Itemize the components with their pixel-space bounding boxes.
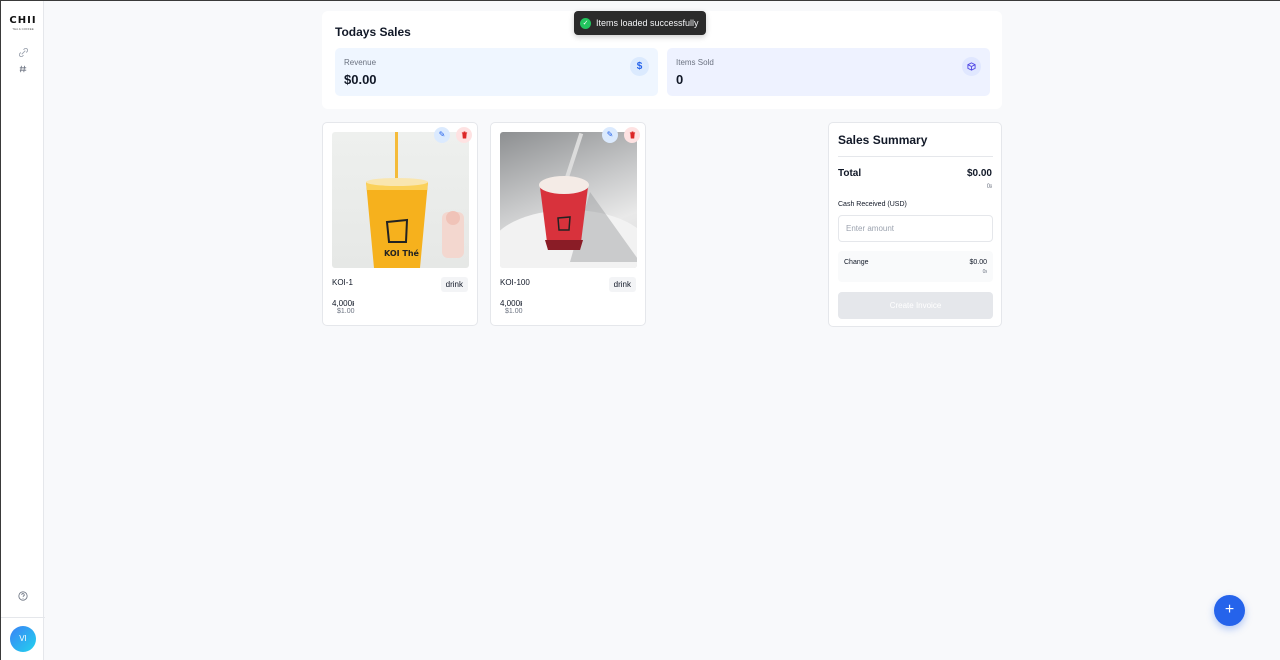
cash-received-label: Cash Received (USD): [838, 201, 907, 208]
sales-summary-title: Sales Summary: [838, 133, 928, 147]
items-sold-value: 0: [676, 72, 684, 87]
brand-logo[interactable]: CHII TEA & COFFEE: [7, 15, 39, 31]
product-image: [500, 132, 637, 268]
product-card[interactable]: ✎ KOI-100 drink 4,000៛ $1.00: [490, 122, 646, 326]
box-icon: [962, 57, 981, 76]
edit-icon[interactable]: ✎: [602, 127, 618, 143]
product-price-usd: $1.00: [337, 308, 355, 315]
change-value: $0.00: [969, 259, 987, 266]
create-invoice-button[interactable]: Create Invoice: [838, 292, 993, 319]
sidebar-divider: [1, 617, 45, 618]
todays-sales-title: Todays Sales: [335, 25, 411, 39]
edit-icon[interactable]: ✎: [434, 127, 450, 143]
revenue-value: $0.00: [344, 72, 377, 87]
product-category-badge: drink: [608, 277, 636, 292]
summary-divider: [838, 156, 993, 157]
trash-icon[interactable]: [456, 127, 472, 143]
help-circle-icon[interactable]: [15, 591, 31, 605]
hash-icon[interactable]: [15, 63, 31, 77]
link-icon[interactable]: [15, 47, 31, 61]
total-value: $0.00: [966, 168, 992, 179]
svg-text:KOI Thé: KOI Thé: [384, 248, 420, 258]
revenue-label: Revenue: [344, 58, 377, 67]
add-item-button[interactable]: +: [1214, 595, 1245, 626]
logo-tagline: TEA & COFFEE: [12, 27, 34, 31]
items-sold-label: Items Sold: [676, 58, 714, 67]
product-category-badge: drink: [440, 277, 468, 292]
sales-summary-panel: Sales Summary Total $0.00 0៛ Cash Receiv…: [828, 122, 1002, 327]
change-box: Change $0.00 0៛: [838, 251, 993, 282]
cash-received-input[interactable]: [838, 215, 993, 242]
product-card[interactable]: KOI Thé ✎ KOI-1 drink 4,000៛ $1.00: [322, 122, 478, 326]
product-name: KOI-1: [332, 278, 353, 287]
trash-icon[interactable]: [624, 127, 640, 143]
dollar-icon: $: [630, 57, 649, 76]
revenue-card: Revenue $0.00 $: [335, 48, 658, 96]
change-label: Change: [844, 259, 869, 266]
product-name: KOI-100: [500, 278, 530, 287]
change-riel: 0៛: [982, 269, 987, 275]
product-image: KOI Thé: [332, 132, 469, 268]
toast-message: Items loaded successfully: [596, 18, 699, 28]
logo-text: CHII: [9, 15, 37, 26]
toast-notification: ✓ Items loaded successfully: [574, 11, 706, 35]
check-circle-icon: ✓: [580, 17, 591, 29]
total-riel: 0៛: [986, 184, 992, 190]
sidebar: CHII TEA & COFFEE VI: [0, 1, 45, 660]
items-sold-card: Items Sold 0: [667, 48, 990, 96]
user-avatar[interactable]: VI: [10, 626, 36, 652]
product-price-usd: $1.00: [505, 308, 523, 315]
total-label: Total: [838, 168, 862, 179]
